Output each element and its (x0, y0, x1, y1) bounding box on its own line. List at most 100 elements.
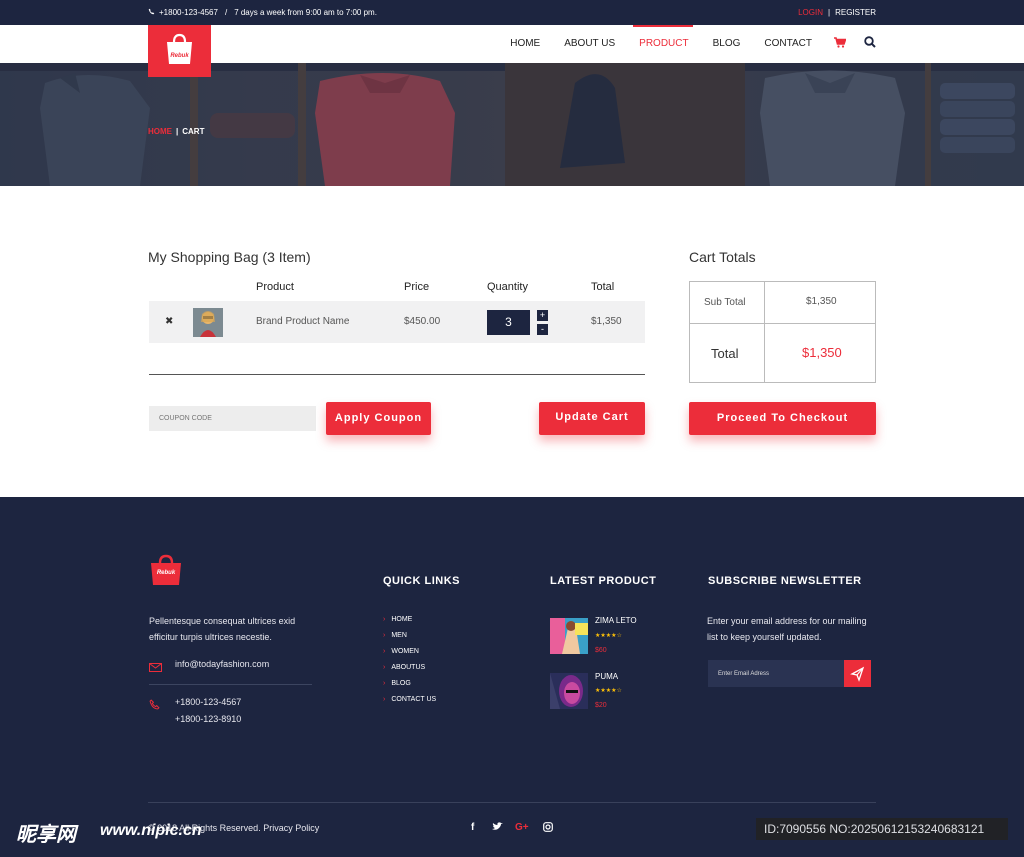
quick-link-women[interactable]: › WOMEN (383, 648, 419, 655)
quick-link-blog[interactable]: › BLOG (383, 680, 411, 687)
cart-icon[interactable] (834, 35, 847, 53)
footer-phone-2: +1800-123-8910 (175, 714, 242, 724)
watermark-url: www.nipic.cn (100, 822, 202, 839)
remove-icon[interactable]: ✖ (165, 316, 173, 327)
cart-totals-table: Sub Total $1,350 Total $1,350 (689, 281, 876, 383)
product-name[interactable]: Brand Product Name (256, 316, 349, 327)
total-value: $1,350 (802, 345, 842, 360)
logo-text: Rebuk (170, 53, 189, 59)
shopping-bag-icon (167, 33, 192, 64)
breadcrumb-current: CART (182, 127, 205, 136)
nav-item-about[interactable]: ABOUT US (564, 25, 615, 63)
phone-icon (149, 697, 160, 715)
paper-plane-icon (850, 666, 865, 682)
col-total: Total (591, 281, 615, 293)
quick-link-home[interactable]: › HOME (383, 616, 412, 623)
checkout-button[interactable]: Proceed To Checkout (689, 402, 876, 435)
search-icon[interactable] (864, 35, 876, 53)
col-product: Product (256, 281, 294, 293)
brand-logo[interactable]: Rebuk (148, 25, 211, 77)
phone-icon (148, 8, 155, 17)
product-image-zima[interactable] (550, 618, 588, 654)
quick-links-title: QUICK LINKS (383, 575, 460, 587)
clothing-store-background (0, 63, 1024, 186)
quick-link-contact[interactable]: › CONTACT US (383, 696, 436, 703)
quick-link-label: ABOUTUS (391, 664, 426, 671)
product-thumbnail (193, 308, 223, 337)
product-price: $450.00 (404, 316, 441, 327)
chevron-right-icon: › (383, 632, 386, 639)
totals-row-divider (690, 323, 875, 324)
footer-logo[interactable]: Rebuk (149, 553, 183, 587)
topbar-divider: | (828, 8, 831, 17)
envelope-icon (149, 659, 162, 677)
newsletter-title: SUBSCRIBE NEWSLETTER (708, 575, 862, 587)
col-quantity: Quantity (487, 281, 528, 293)
footer: Rebuk Pellentesque consequat ultrices ex… (0, 497, 1024, 857)
quick-link-label: BLOG (391, 680, 411, 687)
instagram-icon[interactable] (543, 822, 553, 835)
rating-stars: ★★★★☆ (595, 633, 622, 639)
topbar-hours: 7 days a week from 9:00 am to 7:00 pm. (234, 8, 377, 17)
subtotal-label: Sub Total (704, 297, 746, 308)
chevron-right-icon: › (383, 664, 386, 671)
footer-email[interactable]: info@todayfashion.com (175, 656, 269, 672)
rating-stars: ★★★★☆ (595, 688, 622, 694)
total-label: Total (711, 346, 739, 361)
footer-phone-1: +1800-123-4567 (175, 697, 242, 707)
quick-link-aboutus[interactable]: › ABOUTUS (383, 664, 425, 671)
chevron-right-icon: › (383, 696, 386, 703)
product-image-puma[interactable] (550, 673, 588, 709)
table-row: ✖ Brand Product Name $450.00 3 + - $1,35… (149, 301, 645, 343)
col-price: Price (404, 281, 430, 293)
quick-link-men[interactable]: › MEN (383, 632, 407, 639)
top-bar: +1800-123-4567 / 7 days a week from 9:00… (0, 0, 1024, 25)
watermark-id: ID:7090556 NO:20250612153240683121 (756, 818, 1008, 840)
twitter-icon[interactable] (492, 822, 503, 834)
product-name-zima[interactable]: ZIMA LETO (595, 616, 637, 625)
quick-link-label: HOME (391, 616, 413, 623)
coupon-input[interactable] (149, 406, 316, 431)
quantity-decrease-button[interactable]: - (537, 324, 548, 335)
footer-about: Pellentesque consequat ultrices exid eff… (149, 616, 296, 642)
cart-totals-title: Cart Totals (689, 249, 756, 265)
chevron-right-icon: › (383, 648, 386, 655)
topbar-separator: / (224, 8, 228, 17)
latest-product-title: LATEST PRODUCT (550, 575, 657, 587)
nav-item-product[interactable]: PRODUCT (633, 25, 694, 63)
apply-coupon-button[interactable]: Apply Coupon (326, 402, 431, 435)
register-link[interactable]: REGISTER (835, 8, 876, 17)
chevron-right-icon: › (383, 616, 386, 623)
bag-divider (149, 374, 645, 375)
footer-about-divider (149, 684, 312, 685)
nav-menu: HOME ABOUT US PRODUCT BLOG CONTACT (486, 25, 876, 63)
subtotal-value: $1,350 (806, 296, 837, 307)
nav-item-contact[interactable]: CONTACT (764, 25, 812, 63)
nav-item-blog[interactable]: BLOG (713, 25, 741, 63)
product-price-puma: $20 (595, 702, 607, 709)
watermark-logo: 昵享网 (16, 824, 76, 846)
breadcrumb-separator: | (176, 127, 179, 136)
footer-divider (148, 802, 876, 803)
totals-column-divider (764, 282, 765, 382)
quick-link-label: CONTACT US (391, 696, 437, 703)
quick-link-label: WOMEN (391, 648, 419, 655)
send-button[interactable] (844, 660, 871, 687)
google-plus-icon[interactable]: G+ (515, 822, 529, 833)
bag-title: My Shopping Bag (3 Item) (148, 249, 311, 265)
breadcrumb-home[interactable]: HOME (148, 127, 172, 136)
product-name-puma[interactable]: PUMA (595, 672, 618, 681)
newsletter-text: Enter your email address for our mailing… (707, 616, 867, 642)
facebook-icon[interactable]: f (471, 822, 474, 833)
login-link[interactable]: LOGIN (798, 8, 823, 17)
quantity-field[interactable]: 3 (487, 310, 530, 335)
footer-logo-text: Rebuk (156, 570, 176, 576)
newsletter-email-input[interactable]: Enter Email Adress (708, 660, 844, 687)
update-cart-button[interactable]: Update Cart (539, 402, 645, 435)
chevron-right-icon: › (383, 680, 386, 687)
nav-item-home[interactable]: HOME (510, 25, 540, 63)
breadcrumb: HOME | CART (148, 127, 204, 136)
quantity-increase-button[interactable]: + (537, 310, 548, 321)
product-price-zima: $60 (595, 647, 607, 654)
topbar-phone: +1800-123-4567 (159, 8, 218, 17)
